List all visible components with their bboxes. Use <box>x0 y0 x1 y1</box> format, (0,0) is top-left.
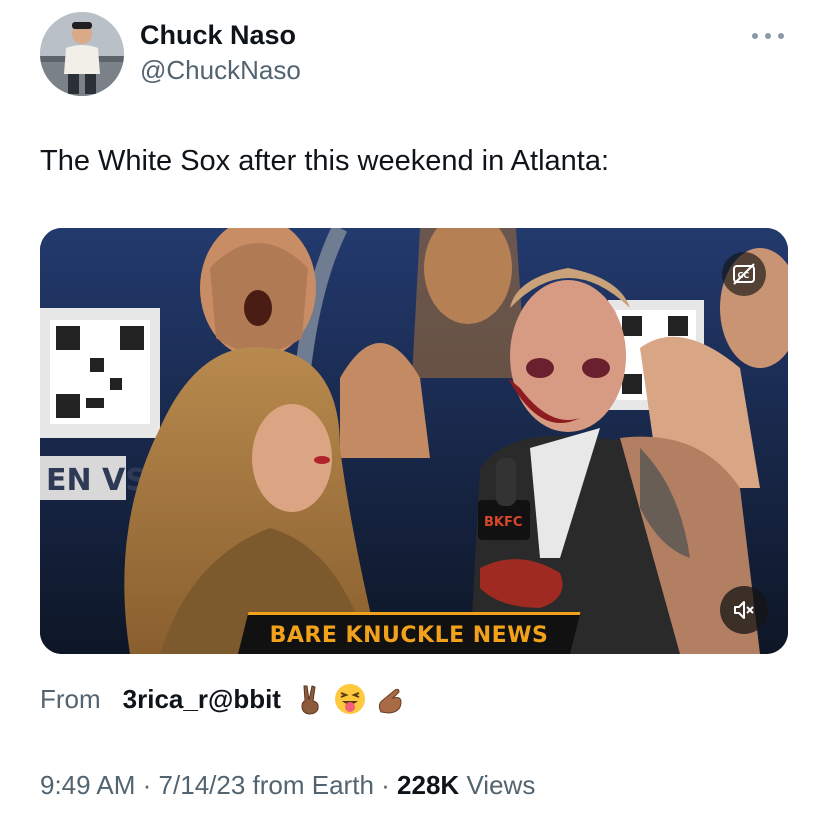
pinching-hand-icon <box>378 688 402 714</box>
author-display-name[interactable]: Chuck Naso <box>140 20 296 51</box>
tweet-card: Chuck Naso @ChuckNaso The White Sox afte… <box>0 0 828 821</box>
avatar[interactable] <box>40 12 124 96</box>
speaker-muted-icon <box>734 601 754 619</box>
meta-separator: · <box>381 770 390 800</box>
tweet-time[interactable]: 9:49 AM <box>40 770 135 800</box>
author-handle[interactable]: @ChuckNaso <box>140 55 301 86</box>
captions-off-icon: CC <box>733 263 755 285</box>
meta-separator: · <box>142 770 152 800</box>
mute-button[interactable] <box>720 586 768 634</box>
avatar-photo <box>40 12 124 96</box>
tweet-date[interactable]: 7/14/23 <box>159 770 246 800</box>
tweet-video[interactable]: EN VS BKFC CC <box>40 228 788 654</box>
views-count[interactable]: 228K <box>397 770 459 800</box>
more-options-icon[interactable] <box>752 30 784 42</box>
views-label: Views <box>466 770 536 800</box>
tweet-meta: 9:49 AM · 7/14/23 from Earth · 228K View… <box>40 770 535 801</box>
tweet-location: from Earth <box>252 770 374 800</box>
source-account-link[interactable]: 3rica_r@bbit <box>123 684 281 715</box>
media-source-attribution: From 3rica_r@bbit <box>40 682 413 716</box>
banner-text: BARE KNUCKLE NEWS <box>269 623 548 648</box>
video-frame: EN VS BKFC <box>40 228 788 654</box>
squinting-tongue-face-icon <box>334 684 365 714</box>
captions-button[interactable]: CC <box>722 252 766 296</box>
backdrop-text: EN VS <box>46 463 147 498</box>
tweet-text: The White Sox after this weekend in Atla… <box>40 145 610 177</box>
video-caption-banner: BARE KNUCKLE NEWS <box>237 612 581 654</box>
from-label: From <box>40 683 101 714</box>
victory-hand-icon <box>301 685 319 715</box>
mic-flag-text: BKFC <box>484 515 522 530</box>
